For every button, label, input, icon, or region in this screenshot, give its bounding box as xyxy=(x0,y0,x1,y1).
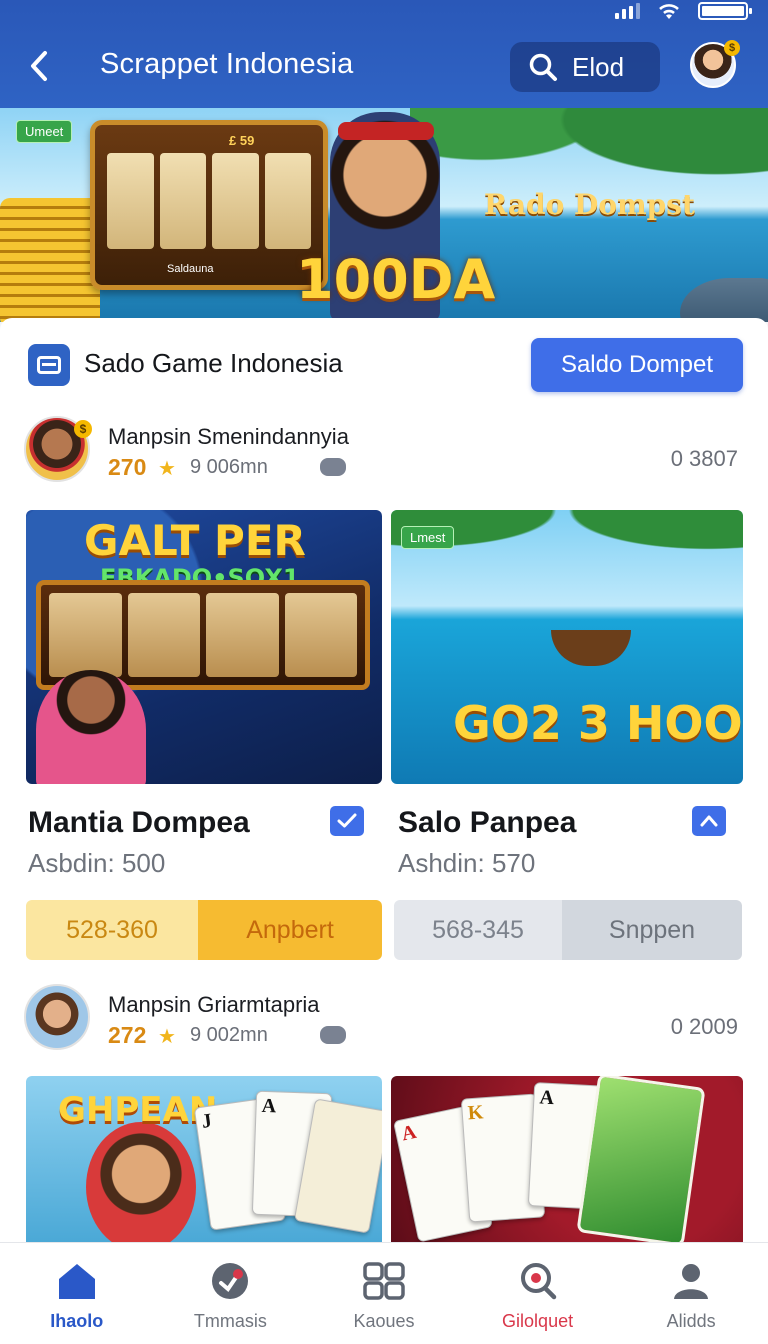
wallet-icon xyxy=(28,344,70,386)
playing-cards-graphic: J A xyxy=(193,1084,382,1234)
home-icon xyxy=(58,1264,95,1299)
user-row[interactable]: $ Manpsin Smenindannyia 270 ★ 9 006mn 0 … xyxy=(24,416,744,486)
nav-label: Tmmasis xyxy=(193,1311,267,1331)
game-thumbnail[interactable]: GHPEAN J A xyxy=(26,1076,382,1244)
user-name: Manpsin Griarmtapria xyxy=(108,992,320,1017)
user-avatar[interactable] xyxy=(24,984,90,1050)
coin-stack-graphic xyxy=(0,198,100,322)
top-app-bar: Scrappet Indonesia Elod $ xyxy=(0,0,768,108)
boat-graphic xyxy=(551,630,631,666)
game-title[interactable]: Salo Panpea xyxy=(398,806,576,840)
game-thumbnail[interactable]: Lmest GO2 3 HOO xyxy=(391,510,743,784)
thumbnail-title: GO2 3 HOO xyxy=(453,696,743,750)
slot-amount: £ 59 xyxy=(229,133,255,148)
slot-reels xyxy=(107,153,311,249)
nav-label: Ihaolo xyxy=(50,1311,104,1331)
check-icon xyxy=(337,813,357,828)
user-time: 9 002mn xyxy=(190,1024,268,1046)
thumbnail-tag: Lmest xyxy=(401,526,455,549)
hero-headband xyxy=(338,122,434,140)
user-name: Manpsin Smenindannyia xyxy=(108,424,349,449)
nav-label: Alidds xyxy=(666,1311,716,1331)
game-title[interactable]: Mantia Dompea xyxy=(28,806,250,840)
chevron-left-icon xyxy=(31,51,47,81)
back-button[interactable] xyxy=(22,44,56,88)
palm-trees-graphic xyxy=(391,510,743,600)
nav-item-home[interactable]: Ihaolo xyxy=(0,1243,154,1344)
user-points: 272 xyxy=(108,1022,147,1048)
gamepad-icon xyxy=(320,1026,346,1044)
bet-range: 568-345 xyxy=(394,900,562,960)
saldo-dompet-button[interactable]: Saldo Dompet xyxy=(531,338,743,392)
coin-badge: $ xyxy=(724,40,740,56)
nav-item-games[interactable]: Tmmasis xyxy=(154,1243,308,1344)
game-subtitle: Asbdin: 500 xyxy=(28,848,166,878)
signal-icon xyxy=(615,3,640,19)
game-action-bar: 568-345 Snppen xyxy=(394,900,742,960)
nav-item-grid[interactable]: Kaoues xyxy=(307,1243,461,1344)
thumbnail-title: GHPEAN xyxy=(58,1090,218,1130)
view-count: 0 2009 xyxy=(670,1014,738,1039)
banner-tag: Umeet xyxy=(16,120,73,143)
coin-badge: $ xyxy=(74,420,92,438)
user-avatar[interactable]: $ xyxy=(24,416,92,482)
check-button[interactable] xyxy=(330,806,364,836)
nav-item-profile[interactable]: Alidds xyxy=(614,1243,768,1344)
play-button[interactable]: Snppen xyxy=(562,900,742,960)
character-graphic xyxy=(86,1122,196,1244)
search-label: Elod xyxy=(572,51,625,82)
profile-icon xyxy=(674,1264,709,1299)
promo-banner[interactable]: Umeet £ 59 Saldauna Rado Dompst 100DA xyxy=(0,108,768,322)
slot-machine-graphic: £ 59 Saldauna xyxy=(90,120,328,290)
battery-icon xyxy=(698,2,752,20)
search-button[interactable]: Elod xyxy=(510,42,660,92)
user-avatar[interactable]: $ xyxy=(690,40,740,88)
star-icon: ★ xyxy=(158,458,176,480)
search-icon xyxy=(529,53,557,81)
banner-headline: 100DA xyxy=(296,248,496,311)
game-action-bar: 528-360 Anpbert xyxy=(26,900,382,960)
gamepad-icon xyxy=(320,458,346,476)
nav-label: Kaoues xyxy=(353,1311,415,1331)
games-icon xyxy=(212,1263,249,1299)
section-title: Sado Game Indonesia xyxy=(84,348,343,378)
chevron-up-icon xyxy=(700,815,718,827)
game-subtitle: Ashdin: 570 xyxy=(398,848,536,878)
grid-icon xyxy=(363,1262,405,1300)
nav-item-search[interactable]: Gilolquet xyxy=(461,1243,615,1344)
game-thumbnail[interactable]: GALT PER EBKADO•SOX1 xyxy=(26,510,382,784)
page-title: Scrappet Indonesia xyxy=(100,48,354,80)
bet-range: 528-360 xyxy=(26,900,198,960)
thumbnail-title: GALT PER xyxy=(84,516,306,565)
character-graphic xyxy=(36,670,146,784)
star-icon: ★ xyxy=(158,1026,176,1048)
play-button[interactable]: Anpbert xyxy=(198,900,382,960)
user-points: 270 xyxy=(108,454,147,480)
bottom-navigation: Ihaolo Tmmasis Kaoues Gilolquet Alidds xyxy=(0,1242,768,1344)
search-icon xyxy=(520,1263,556,1300)
expand-button[interactable] xyxy=(692,806,726,836)
game-thumbnail[interactable]: A K A xyxy=(391,1076,743,1244)
slot-label: Saldauna xyxy=(167,263,214,275)
user-time: 9 006mn xyxy=(190,456,268,478)
user-row[interactable]: Manpsin Griarmtapria 272 ★ 9 002mn 0 200… xyxy=(24,984,744,1054)
wifi-icon xyxy=(659,4,679,19)
banner-side-text: Rado Dompst xyxy=(484,188,695,221)
nav-label: Gilolquet xyxy=(502,1311,574,1331)
shark-graphic xyxy=(680,278,768,322)
view-count: 0 3807 xyxy=(670,446,738,471)
playing-card-graphic xyxy=(576,1076,706,1244)
status-bar xyxy=(615,0,752,22)
